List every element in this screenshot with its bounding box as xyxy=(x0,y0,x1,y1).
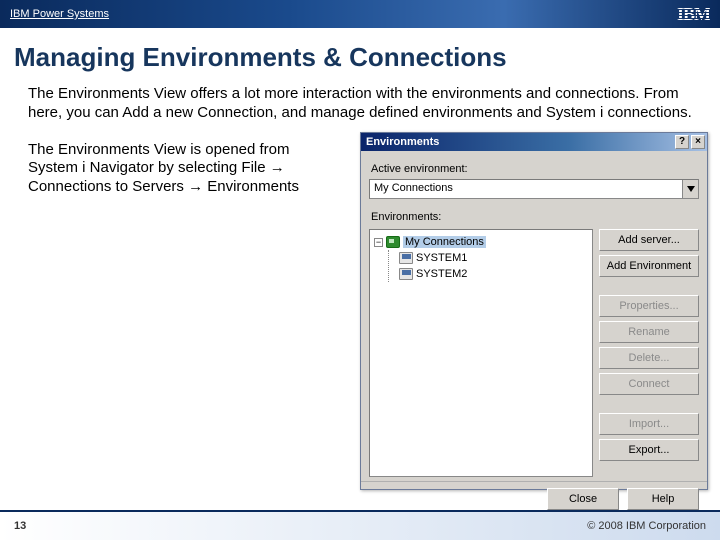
para2-suffix: Environments xyxy=(203,178,299,195)
dialog-title-text: Environments xyxy=(366,136,439,148)
paragraph-2: The Environments View is opened from Sys… xyxy=(28,141,338,197)
tree-root-label: My Connections xyxy=(403,236,486,248)
tree-root[interactable]: − My Connections xyxy=(374,234,588,250)
arrow-icon: → xyxy=(188,178,203,195)
dialog-side-buttons: Add server... Add Environment Properties… xyxy=(599,229,699,477)
chevron-down-icon xyxy=(687,186,695,192)
ibm-logo: IBM xyxy=(677,4,710,25)
tree-child[interactable]: SYSTEM1 xyxy=(399,250,588,266)
copyright-text: © 2008 IBM Corporation xyxy=(587,520,706,532)
active-env-combo[interactable]: My Connections xyxy=(369,179,699,199)
para2-mid: Connections to Servers xyxy=(28,178,188,195)
environments-tree[interactable]: − My Connections SYSTEM1 SYSTEM2 xyxy=(369,229,593,477)
connect-button[interactable]: Connect xyxy=(599,373,699,395)
paragraph-1: The Environments View offers a lot more … xyxy=(28,85,704,123)
properties-button[interactable]: Properties... xyxy=(599,295,699,317)
environments-label: Environments: xyxy=(371,211,699,223)
help-titlebar-button[interactable]: ? xyxy=(675,135,689,149)
slide-header: IBM Power Systems IBM xyxy=(0,0,720,28)
collapse-icon[interactable]: − xyxy=(374,238,383,247)
para2-prefix: The Environments View is opened from Sys… xyxy=(28,141,290,177)
brand-text: IBM Power Systems xyxy=(10,8,109,20)
add-server-button[interactable]: Add server... xyxy=(599,229,699,251)
tree-child-label: SYSTEM1 xyxy=(416,252,467,264)
active-env-value: My Connections xyxy=(370,180,682,198)
active-env-label: Active environment: xyxy=(371,163,699,175)
tree-child-label: SYSTEM2 xyxy=(416,268,467,280)
tree-child[interactable]: SYSTEM2 xyxy=(399,266,588,282)
server-icon xyxy=(399,252,413,264)
arrow-icon: → xyxy=(270,159,285,176)
page-title: Managing Environments & Connections xyxy=(14,42,720,73)
close-titlebar-button[interactable]: × xyxy=(691,135,705,149)
dialog-titlebar: Environments ? × xyxy=(361,133,707,151)
help-button[interactable]: Help xyxy=(627,488,699,510)
add-environment-button[interactable]: Add Environment xyxy=(599,255,699,277)
environment-icon xyxy=(386,236,400,248)
close-button[interactable]: Close xyxy=(547,488,619,510)
export-button[interactable]: Export... xyxy=(599,439,699,461)
server-icon xyxy=(399,268,413,280)
environments-dialog: Environments ? × Active environment: My … xyxy=(360,132,708,490)
rename-button[interactable]: Rename xyxy=(599,321,699,343)
slide-footer: 13 © 2008 IBM Corporation xyxy=(0,510,720,540)
import-button[interactable]: Import... xyxy=(599,413,699,435)
combo-dropdown-button[interactable] xyxy=(682,180,698,198)
delete-button[interactable]: Delete... xyxy=(599,347,699,369)
page-number: 13 xyxy=(14,520,26,532)
